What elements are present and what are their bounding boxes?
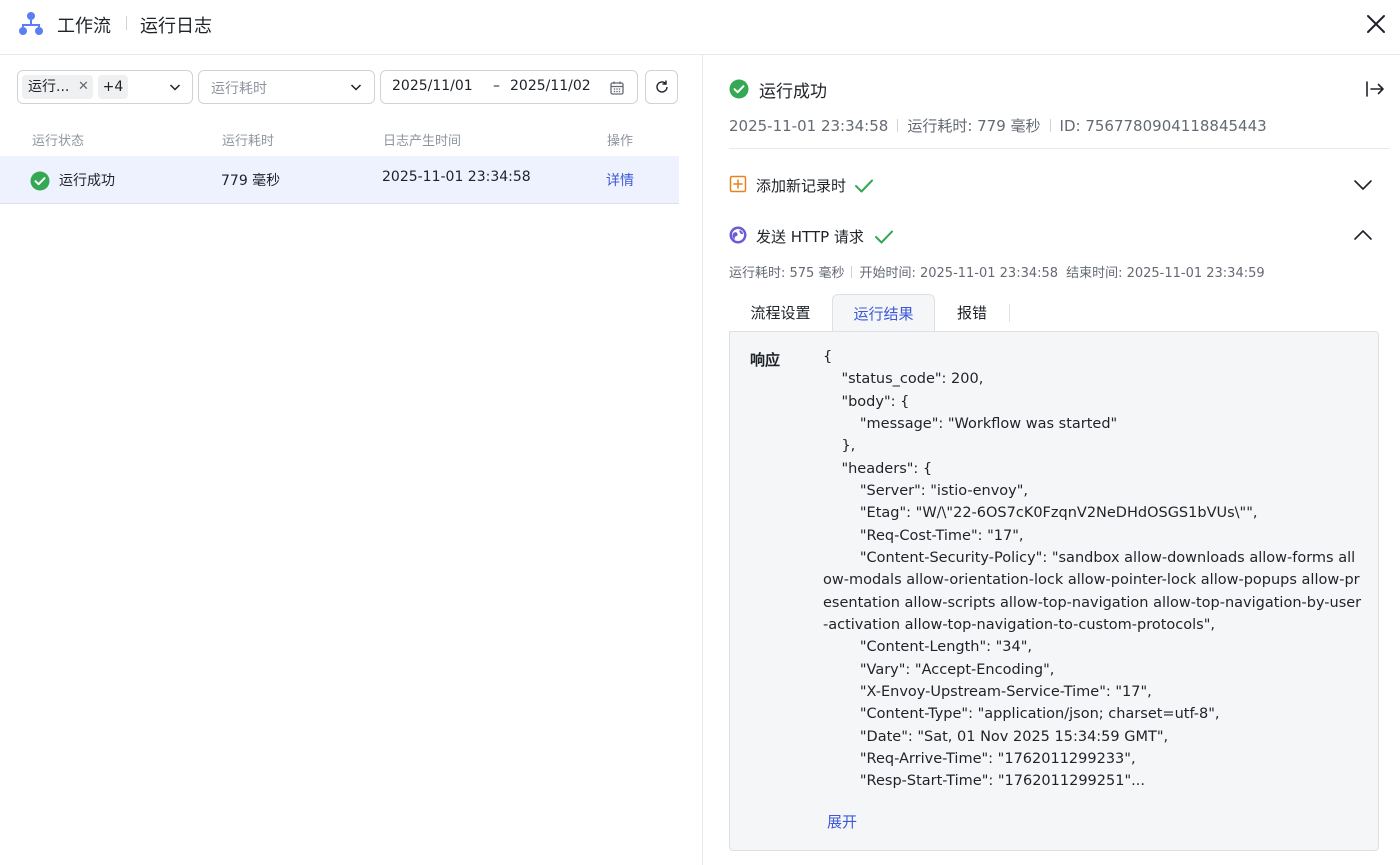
meta-divider [897,119,899,132]
node-label: 发送 HTTP 请求 [756,228,864,246]
close-icon[interactable] [1364,12,1388,36]
refresh-icon [656,80,668,93]
code-line: "status_code": 200, [823,371,984,388]
detail-status: 运行成功 [759,82,827,102]
tab-run-result[interactable]: 运行结果 [832,294,935,332]
duration-filter-select[interactable]: 运行耗时 [198,70,375,104]
detail-time: 2025-11-01 23:34:58 [729,116,889,135]
table-row[interactable]: 运行成功 779 毫秒 2025-11-01 23:34:58 详情 [0,156,679,204]
result-panel: 响应 { "status_code": 200, "body": { "mess… [729,331,1379,851]
chevron-down-icon [350,84,362,91]
node-duration: 运行耗时: 575 毫秒 [729,266,845,281]
status-filter-select[interactable]: 运行... ✕ +4 [17,70,193,104]
meta-divider [1049,119,1051,132]
node-meta: 运行耗时: 575 毫秒 开始时间: 2025-11-01 23:34:58 结… [729,262,1265,281]
node-label: 添加新记录时 [756,177,847,195]
page-title: 运行日志 [140,16,212,37]
calendar-icon[interactable] [609,80,625,96]
detail-divider [729,148,1390,149]
code-line: "Resp-Start-Time": "1762011299251"... [823,773,1145,790]
column-header-duration: 运行耗时 [222,134,275,149]
code-line: "Content-Type": "application/json; chars… [823,706,1220,723]
code-line: "Req-Cost-Time": "17", [823,527,1024,544]
success-check-circle-icon [729,79,749,99]
detail-id: ID: 7567780904118845443 [1059,116,1267,135]
remove-tag-icon[interactable]: ✕ [78,75,89,99]
chevron-down-icon [169,84,181,91]
row-time: 2025-11-01 23:34:58 [382,169,531,185]
status-filter-tag-label: 运行... [28,79,70,95]
date-start[interactable]: 2025/11/01 [392,78,473,94]
code-line: "Content-Security-Policy": "sandbox allo… [823,549,1362,633]
code-line: }, [823,438,856,455]
code-line: { [823,349,833,365]
app-title: 工作流 [57,16,111,37]
code-line: "body": { [823,393,910,410]
log-detail-panel: 运行成功 2025-11-01 23:34:58 运行耗时: 779 毫秒 ID… [704,55,1400,865]
globe-icon [729,226,747,244]
check-icon [875,230,893,244]
code-line: "Content-Length": "34", [823,639,1033,656]
collapse-panel-icon[interactable] [1364,78,1386,100]
duration-filter-placeholder: 运行耗时 [211,81,267,97]
status-filter-more-tag: +4 [98,75,128,99]
node-end-time: 结束时间: 2025-11-01 23:34:59 [1066,266,1265,281]
workflow-logo-icon [19,12,43,35]
code-line: "Vary": "Accept-Encoding", [823,661,1055,678]
add-record-trigger-icon [729,175,747,193]
code-line: "Server": "istio-envoy", [823,482,1029,499]
expand-link[interactable]: 展开 [827,811,857,832]
success-check-circle-icon [30,171,50,191]
header-divider [126,16,127,30]
status-filter-tag: 运行... ✕ [22,75,93,99]
detail-meta: 2025-11-01 23:34:58 运行耗时: 779 毫秒 ID: 756… [729,115,1267,136]
date-end[interactable]: 2025/11/02 [510,78,591,94]
code-line: "headers": { [823,460,933,477]
tab-errors[interactable]: 报错 [935,294,1009,332]
detail-duration: 运行耗时: 779 毫秒 [907,117,1041,135]
log-list-panel: 运行... ✕ +4 运行耗时 2025/11/01 – 2025/11/02 … [0,55,703,865]
code-line: "Date": "Sat, 01 Nov 2025 15:34:59 GMT", [823,728,1169,745]
column-header-status: 运行状态 [32,134,85,149]
row-status: 运行成功 [59,173,115,189]
code-line: "message": "Workflow was started" [823,415,1118,432]
tab-divider [1009,304,1010,322]
date-range-picker[interactable]: 2025/11/01 – 2025/11/02 [380,70,638,104]
code-line: "X-Envoy-Upstream-Service-Time": "17", [823,683,1152,700]
result-tabs: 流程设置 运行结果 报错 [729,294,1379,332]
app-header: 工作流 运行日志 [0,0,1400,55]
code-line: "Req-Arrive-Time": "1762011299233", [823,750,1136,767]
date-separator: – [493,78,500,94]
response-json: { "status_code": 200, "body": { "message… [823,346,1363,793]
meta-divider [851,265,853,278]
column-header-action: 操作 [607,134,634,149]
row-detail-link[interactable]: 详情 [606,170,634,190]
chevron-up-icon[interactable] [1352,224,1374,246]
chevron-down-icon[interactable] [1352,174,1374,196]
code-line: "Etag": "W/\"22-6OS7cK0FzqnV2NeDHdOSGS1b… [823,505,1258,522]
check-icon [855,179,873,193]
node-start-time: 开始时间: 2025-11-01 23:34:58 [859,266,1059,281]
column-header-time: 日志产生时间 [383,134,462,149]
response-label: 响应 [750,351,781,369]
row-duration: 779 毫秒 [221,173,281,189]
refresh-button[interactable] [645,70,678,104]
tab-flow-settings[interactable]: 流程设置 [729,294,832,332]
